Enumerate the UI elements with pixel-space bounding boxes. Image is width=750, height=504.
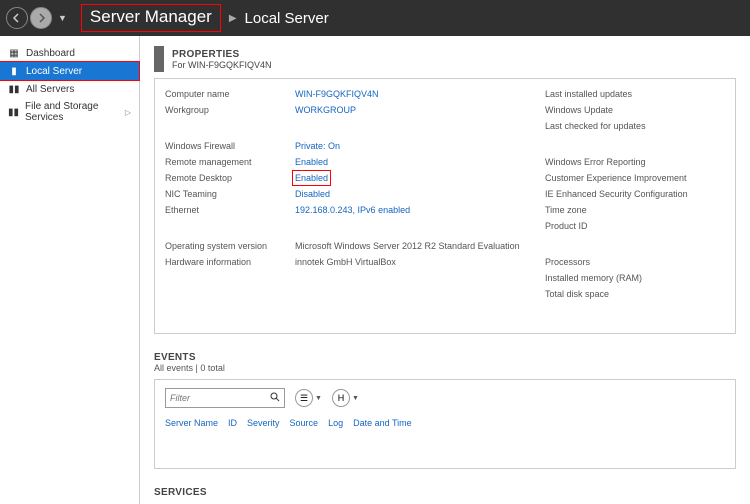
nav-dropdown-icon[interactable]: ▼ — [58, 13, 67, 23]
app-title: Server Manager — [81, 4, 221, 32]
prop-label: Remote management — [165, 155, 265, 169]
sidebar-item-local-server[interactable]: ▮ Local Server — [0, 62, 139, 80]
prop-value-link[interactable]: Private: On — [295, 141, 340, 151]
column-header[interactable]: Severity — [247, 418, 280, 428]
server-icon: ▮ — [8, 65, 20, 77]
prop-value: innotek GmbH VirtualBox — [295, 255, 515, 269]
prop-value-remote-desktop[interactable]: Enabled — [295, 173, 328, 183]
events-panel: ☰ ▼ H ▼ Server Name ID Severity Source L… — [154, 379, 736, 469]
filter-input-wrap — [165, 388, 285, 408]
prop-value-link[interactable]: WIN-F9GQKFIQV4N — [295, 89, 379, 99]
prop-label: Installed memory (RAM) — [545, 271, 725, 285]
events-columns: Server Name ID Severity Source Log Date … — [165, 418, 725, 428]
chevron-down-icon[interactable]: ▼ — [315, 395, 322, 402]
back-button[interactable] — [6, 7, 28, 29]
prop-value-link[interactable]: Enabled — [295, 157, 328, 167]
prop-label: Workgroup — [165, 103, 265, 117]
prop-value-link[interactable]: WORKGROUP — [295, 105, 356, 115]
prop-label: Time zone — [545, 203, 725, 217]
events-title: EVENTS — [154, 352, 736, 363]
column-header[interactable]: ID — [228, 418, 237, 428]
properties-title: PROPERTIES — [172, 49, 272, 60]
prop-label: Processors — [545, 255, 725, 269]
sidebar-item-all-servers[interactable]: ▮▮ All Servers — [0, 80, 139, 98]
sidebar-item-label: File and Storage Services — [25, 101, 119, 123]
prop-value-link[interactable]: Disabled — [295, 189, 330, 199]
filter-input[interactable] — [170, 393, 270, 403]
column-header[interactable]: Date and Time — [353, 418, 412, 428]
prop-label: Last installed updates — [545, 87, 725, 101]
prop-label: Ethernet — [165, 203, 265, 217]
column-header[interactable]: Server Name — [165, 418, 218, 428]
prop-label: Last checked for updates — [545, 119, 725, 133]
services-title: SERVICES — [154, 487, 736, 498]
prop-label: Windows Update — [545, 103, 725, 117]
properties-subtitle: For WIN-F9GQKFIQV4N — [172, 60, 272, 70]
chevron-down-icon[interactable]: ▼ — [352, 395, 359, 402]
storage-icon: ▮▮ — [8, 106, 19, 118]
prop-label: IE Enhanced Security Configuration — [545, 187, 725, 201]
prop-value: Microsoft Windows Server 2012 R2 Standar… — [295, 239, 515, 253]
prop-label: Operating system version — [165, 239, 265, 253]
sidebar: ▦ Dashboard ▮ Local Server ▮▮ All Server… — [0, 36, 140, 504]
sidebar-item-dashboard[interactable]: ▦ Dashboard — [0, 44, 139, 62]
prop-label: Computer name — [165, 87, 265, 101]
breadcrumb-current: Local Server — [245, 10, 329, 27]
prop-label: Windows Error Reporting — [545, 155, 725, 169]
sidebar-item-storage[interactable]: ▮▮ File and Storage Services ▷ — [0, 98, 139, 126]
prop-label: Remote Desktop — [165, 171, 265, 185]
properties-panel: Computer name Workgroup Windows Firewall… — [154, 78, 736, 334]
prop-value-link[interactable]: 192.168.0.243, IPv6 enabled — [295, 205, 410, 215]
column-header[interactable]: Log — [328, 418, 343, 428]
prop-label: Total disk space — [545, 287, 725, 301]
events-subtitle: All events | 0 total — [154, 363, 736, 373]
prop-label: Hardware information — [165, 255, 265, 269]
column-header[interactable]: Source — [290, 418, 319, 428]
sidebar-item-label: Local Server — [26, 66, 82, 77]
prop-label: Windows Firewall — [165, 139, 265, 153]
forward-button[interactable] — [30, 7, 52, 29]
list-options-button[interactable]: ☰ — [295, 389, 313, 407]
prop-label: Customer Experience Improvement — [545, 171, 725, 185]
dashboard-icon: ▦ — [8, 47, 20, 59]
title-bar: ▼ Server Manager ▶ Local Server — [0, 0, 750, 36]
content-area: PROPERTIES For WIN-F9GQKFIQV4N Computer … — [140, 36, 750, 504]
properties-icon — [154, 46, 164, 72]
servers-icon: ▮▮ — [8, 83, 20, 95]
sidebar-item-label: Dashboard — [26, 48, 75, 59]
sidebar-item-label: All Servers — [26, 84, 74, 95]
search-icon[interactable] — [270, 392, 280, 405]
prop-label: NIC Teaming — [165, 187, 265, 201]
filter-options-button[interactable]: H — [332, 389, 350, 407]
chevron-right-icon: ▶ — [229, 13, 237, 24]
chevron-right-icon: ▷ — [125, 108, 131, 117]
prop-label: Product ID — [545, 219, 725, 233]
